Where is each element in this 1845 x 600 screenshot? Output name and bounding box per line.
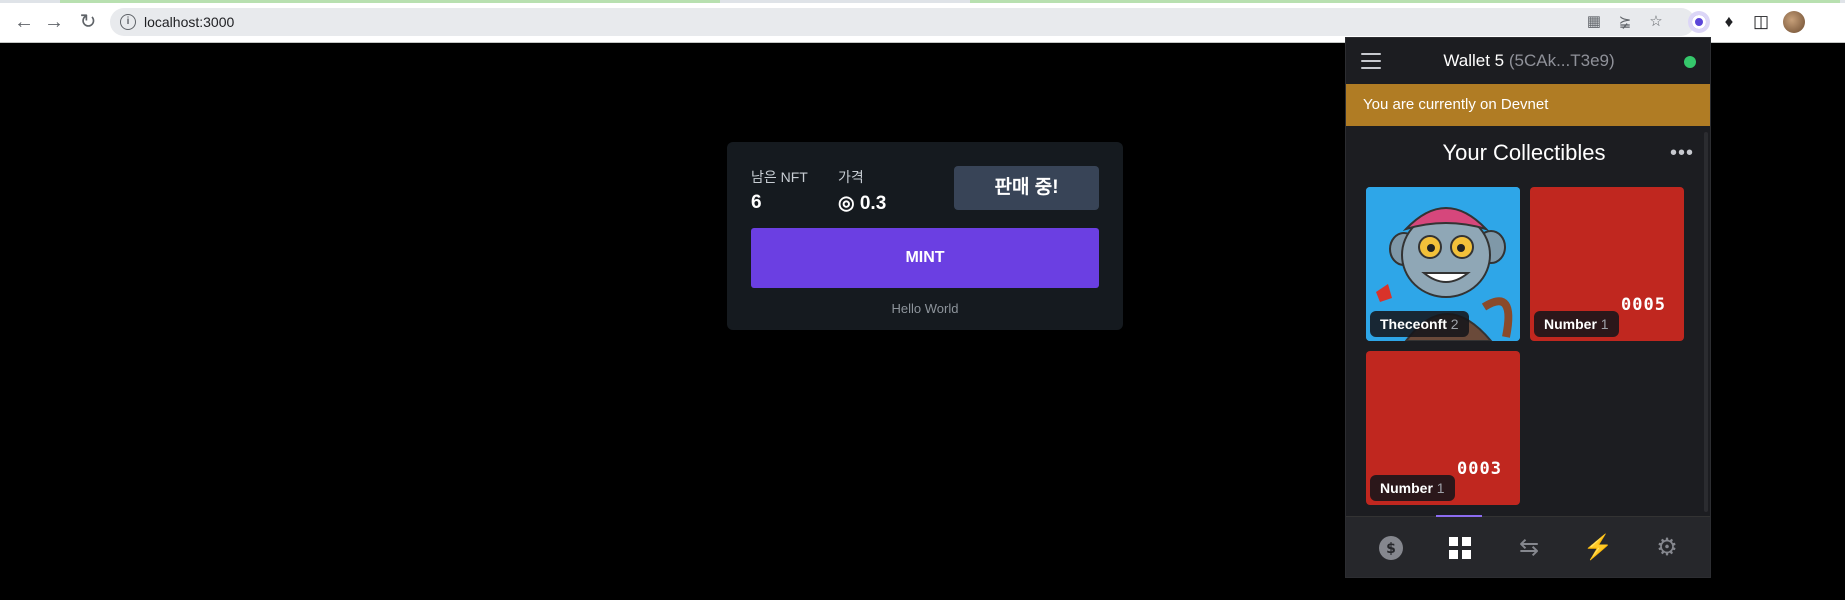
translate-icon[interactable]: ▦ xyxy=(1585,13,1603,31)
collectible-count: 2 xyxy=(1450,316,1459,332)
url-text[interactable]: localhost:3000 xyxy=(144,14,234,30)
profile-avatar[interactable] xyxy=(1783,11,1805,33)
mint-card: 남은 NFT 6 가격 ◎ 0.3 판매 중! MINT Hello World xyxy=(727,142,1123,330)
more-options-icon[interactable]: ••• xyxy=(1670,142,1694,165)
settings-gear-icon[interactable]: ⚙ xyxy=(1652,533,1682,563)
wallet-header: Wallet 5 (5CAk...T3e9) xyxy=(1346,38,1710,84)
on-sale-button[interactable]: 판매 중! xyxy=(954,166,1099,210)
price-label: 가격 xyxy=(838,169,864,185)
collectible-label: Number 1 xyxy=(1370,475,1455,501)
footer-text: Hello World xyxy=(891,301,959,316)
mint-button[interactable]: MINT xyxy=(751,228,1099,288)
collectible-name: Number xyxy=(1544,316,1597,332)
collectibles-title: Your Collectibles xyxy=(1442,140,1606,165)
collectible-card[interactable]: 0005 Number 1 xyxy=(1530,187,1684,341)
collectible-label: Number 1 xyxy=(1534,311,1619,337)
price-value: ◎ 0.3 xyxy=(838,193,887,214)
puzzle-extensions-icon[interactable]: ♦ xyxy=(1717,10,1741,34)
tab-strip xyxy=(0,0,1845,3)
share-icon[interactable]: ⪶ xyxy=(1616,13,1634,31)
swap-arrows-icon[interactable]: ⇆ xyxy=(1514,533,1544,563)
collectible-name: Number xyxy=(1380,480,1433,496)
collectible-name: Theceonft xyxy=(1380,316,1447,332)
network-banner: You are currently on Devnet xyxy=(1346,84,1710,126)
remaining-value: 6 xyxy=(751,192,762,213)
active-tab-indicator xyxy=(1436,515,1482,517)
bookmark-star-icon[interactable]: ☆ xyxy=(1647,13,1665,31)
remaining-label: 남은 NFT xyxy=(751,169,808,185)
collectible-label: Theceonft 2 xyxy=(1370,311,1469,337)
svg-text:$: $ xyxy=(1386,541,1396,557)
collectible-card[interactable]: Theceonft 2 xyxy=(1366,187,1520,341)
wallet-extension-icon[interactable] xyxy=(1688,11,1710,33)
collectible-art-text: 0003 xyxy=(1457,459,1502,479)
collectible-card[interactable]: 0003 Number 1 xyxy=(1366,351,1520,505)
wallet-popup: Wallet 5 (5CAk...T3e9) You are currently… xyxy=(1345,37,1711,578)
sidepanel-icon[interactable]: ◫ xyxy=(1749,10,1773,34)
scrollbar[interactable] xyxy=(1704,132,1708,512)
collectibles-grid-icon[interactable] xyxy=(1445,533,1475,563)
collectible-art-text: 0005 xyxy=(1621,295,1666,315)
browser-toolbar: ← → ↻ i localhost:3000 ▦ ⪶ ☆ ♦ ◫ xyxy=(0,0,1845,42)
connection-status-dot xyxy=(1684,56,1696,68)
back-icon[interactable]: ← xyxy=(12,10,36,34)
wallet-bottom-nav: $ ⇆ ⚡ ⚙ xyxy=(1346,515,1710,577)
address-bar[interactable]: i localhost:3000 ▦ ⪶ ☆ xyxy=(110,8,1695,36)
collectible-count: 1 xyxy=(1436,480,1445,496)
forward-icon[interactable]: → xyxy=(42,10,66,34)
wallet-title[interactable]: Wallet 5 (5CAk...T3e9) xyxy=(1346,51,1710,71)
reload-icon[interactable]: ↻ xyxy=(76,10,100,34)
wallet-address: (5CAk...T3e9) xyxy=(1508,51,1615,70)
balance-icon[interactable]: $ xyxy=(1376,533,1406,563)
collectible-count: 1 xyxy=(1600,316,1609,332)
info-icon[interactable]: i xyxy=(120,14,136,30)
wallet-name: Wallet 5 xyxy=(1443,51,1505,70)
activity-bolt-icon[interactable]: ⚡ xyxy=(1583,533,1613,563)
